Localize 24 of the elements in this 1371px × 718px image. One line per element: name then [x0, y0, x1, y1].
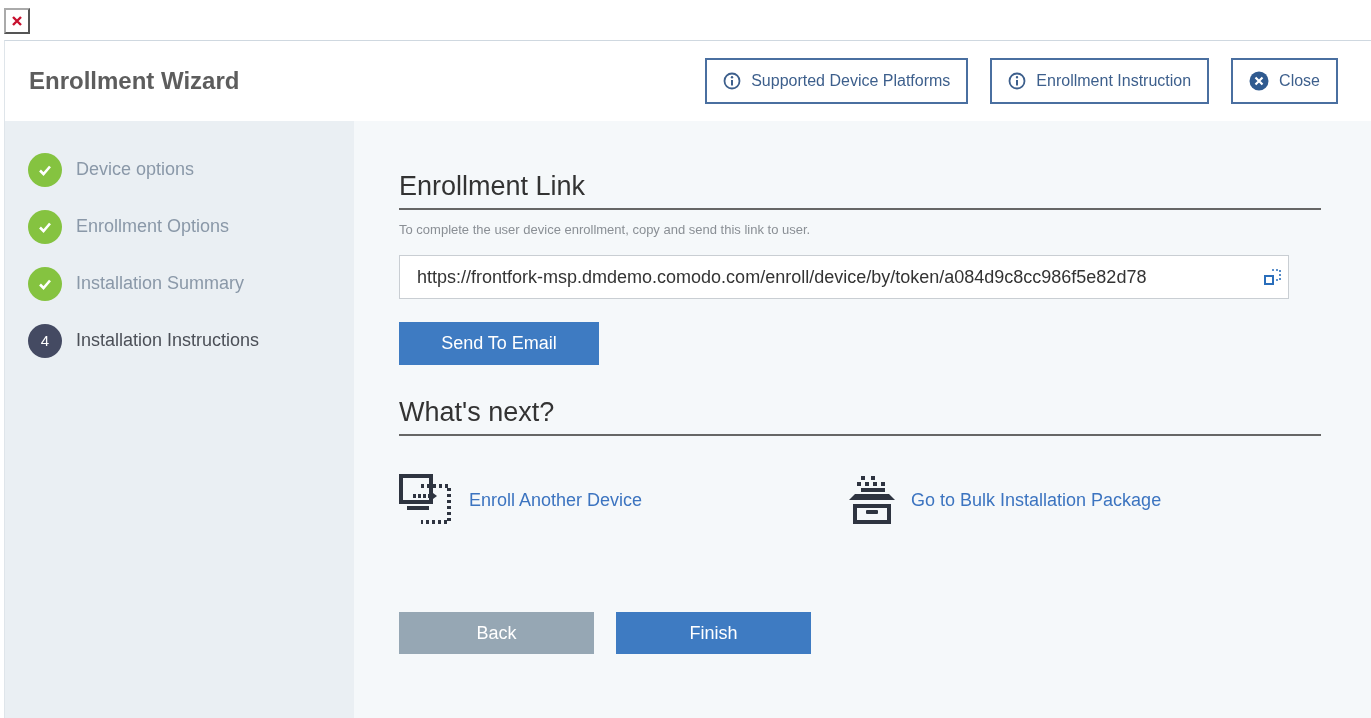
- step-number: 4: [28, 323, 62, 358]
- link[interactable]: Go to Bulk Installation Package: [911, 489, 1162, 511]
- info-icon: [723, 72, 742, 90]
- step-label[interactable]: Device options: [76, 159, 195, 180]
- step-label[interactable]: Installation Instructions: [76, 330, 260, 351]
- info-icon: [1008, 72, 1027, 90]
- step-label[interactable]: Installation Summary: [76, 273, 245, 294]
- description-text: To complete the user device enrollment, copy and send this link to user.: [399, 222, 812, 237]
- link-field[interactable]: https://frontfork-msp.dmdemo.comodo.com/enroll/device/by/token/a084d9c8cc986f5e82d78: [399, 255, 1289, 299]
- copy-icon[interactable]: [1264, 268, 1282, 286]
- broken-image-icon: [4, 8, 30, 34]
- window-title: Enrollment Wizard: [29, 67, 240, 95]
- link-url: https://frontfork-msp.dmdemo.comodo.com/enroll/device/by/token/a084d9c8cc986f5e82d78: [417, 266, 1148, 288]
- section-heading: What's next?: [399, 397, 1321, 436]
- finish-button[interactable]: Finish: [616, 612, 811, 654]
- step-label[interactable]: Enrollment Options: [76, 216, 230, 237]
- section-heading: Enrollment Link: [399, 171, 1321, 210]
- close-icon: [1249, 71, 1270, 91]
- info-button[interactable]: Enrollment Instruction: [990, 58, 1210, 104]
- close-button[interactable]: Close: [1231, 58, 1338, 104]
- package-box-icon: [847, 474, 897, 526]
- link[interactable]: Enroll Another Device: [469, 489, 643, 511]
- send-email-button[interactable]: Send To Email: [399, 322, 599, 365]
- info-button[interactable]: Supported Device Platforms: [705, 58, 969, 104]
